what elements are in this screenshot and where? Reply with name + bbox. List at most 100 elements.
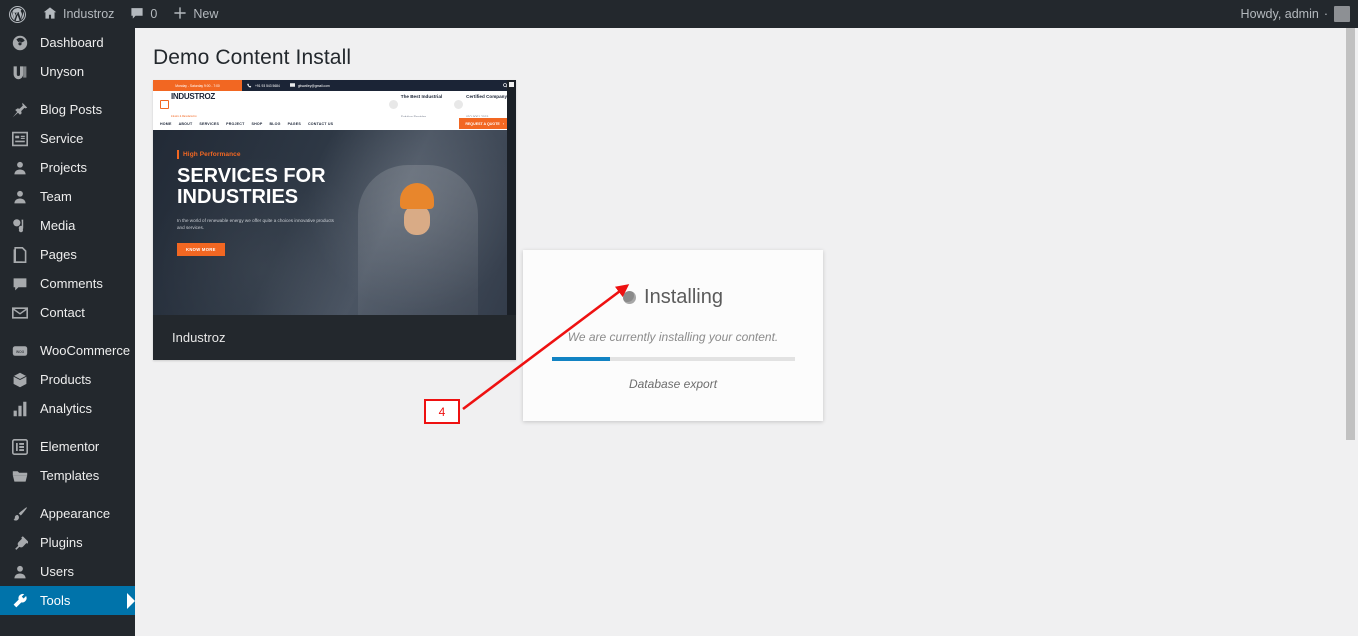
preview-feature-title: Certified Company: [466, 94, 507, 99]
account-menu[interactable]: Howdy, admin ·: [1241, 0, 1358, 28]
sidebar-item-service[interactable]: Service: [0, 124, 135, 153]
preview-header: INDUSTROZ Industry & Manufacturing The B…: [153, 91, 516, 119]
preview-nav: HOME ABOUT SERVICES PROJECT SHOP BLOG PAGES CON…: [153, 117, 516, 130]
bar-chart-icon: [10, 399, 30, 419]
woocommerce-icon: woo: [10, 341, 30, 361]
preview-logo-text: INDUSTROZ: [171, 92, 215, 101]
wordpress-logo-icon[interactable]: [0, 0, 35, 28]
sidebar-item-label: Blog Posts: [40, 102, 103, 117]
preview-nav-item: BLOG: [269, 121, 281, 126]
sidebar-item-label: Unyson: [40, 64, 85, 79]
sidebar-item-label: Elementor: [40, 439, 100, 454]
page-scrollbar-thumb[interactable]: [1346, 28, 1355, 440]
hero-paragraph: In the world of renewable energy we offe…: [177, 217, 334, 231]
preview-nav-item: SERVICES: [199, 121, 220, 126]
sidebar-item-woocommerce[interactable]: woo WooCommerce: [0, 336, 135, 365]
page-title: Demo Content Install: [153, 46, 352, 69]
preview-phone: +91 93 543 5684: [242, 80, 285, 91]
sidebar-separator: [0, 86, 135, 95]
sidebar-item-label: Dashboard: [40, 35, 104, 50]
sidebar-item-blog-posts[interactable]: Blog Posts: [0, 95, 135, 124]
preview-scrollbar: [507, 80, 516, 315]
hero-worker-helmet: [400, 183, 434, 209]
sidebar-item-unyson[interactable]: Unyson: [0, 57, 135, 86]
sidebar-item-label: Comments: [40, 276, 103, 291]
sidebar-item-comments[interactable]: Comments: [0, 269, 135, 298]
sidebar-item-tools[interactable]: Tools: [0, 586, 135, 615]
comment-bubble-icon: [10, 274, 30, 294]
sidebar-item-label: Media: [40, 218, 76, 233]
sidebar-item-projects[interactable]: Projects: [0, 153, 135, 182]
sidebar-item-templates[interactable]: Templates: [0, 461, 135, 490]
sidebar-item-users[interactable]: Users: [0, 557, 135, 586]
dashboard-icon: [10, 33, 30, 53]
phone-icon: [247, 83, 252, 89]
sidebar-item-contact[interactable]: Contact: [0, 298, 135, 327]
site-name-label: Industroz: [63, 7, 115, 21]
wrench-icon: [10, 591, 30, 611]
home-icon: [43, 6, 57, 23]
annotation-marker: 4: [424, 399, 460, 424]
hero-heading-line1: SERVICES FOR: [177, 165, 326, 187]
sidebar-separator: [0, 327, 135, 336]
user-icon: [10, 562, 30, 582]
plug-icon: [10, 533, 30, 553]
sidebar-item-label: Service: [40, 131, 84, 146]
sidebar-item-analytics[interactable]: Analytics: [0, 394, 135, 423]
sidebar-item-label: Templates: [40, 468, 100, 483]
wordpress-admin-screen: Industroz 0 New Howdy, admin · Dashboard…: [0, 0, 1358, 636]
preview-nav-item: SHOP: [251, 121, 263, 126]
sidebar-item-plugins[interactable]: Plugins: [0, 528, 135, 557]
preview-email-text: gitswdley@gmail.com: [297, 83, 330, 88]
sidebar-item-label: Contact: [40, 305, 85, 320]
sidebar-item-label: Users: [40, 564, 74, 579]
pin-icon: [10, 100, 30, 120]
sidebar-item-pages[interactable]: Pages: [0, 240, 135, 269]
sidebar-item-media[interactable]: Media: [0, 211, 135, 240]
preview-feature-title: The Best Industrial: [400, 94, 443, 99]
paintbrush-icon: [10, 504, 30, 524]
plus-icon: [173, 6, 187, 23]
comment-bubble-icon: [130, 6, 144, 23]
admin-sidebar-menu: Dashboard Unyson Blog Posts Service Projects…: [0, 28, 135, 636]
media-icon: [10, 216, 30, 236]
preview-quote-label: REQUEST A QUOTE: [465, 121, 500, 126]
sidebar-item-label: Appearance: [40, 506, 111, 521]
theme-name: Industroz: [172, 330, 226, 345]
preview-hero: High Performance SERVICES FOR INDUSTRIES…: [153, 130, 516, 315]
new-content-label: New: [193, 7, 219, 21]
site-name-menu[interactable]: Industroz: [35, 0, 122, 28]
install-progress-fill: [551, 357, 610, 361]
grid-icon: [10, 129, 30, 149]
sidebar-item-label: Pages: [40, 247, 77, 262]
preview-quote-button: REQUEST A QUOTE ›: [459, 118, 510, 129]
elementor-icon: [10, 437, 30, 457]
preview-nav-item: ABOUT: [178, 121, 193, 126]
user-icon: [10, 187, 30, 207]
sidebar-item-appearance[interactable]: Appearance: [0, 499, 135, 528]
new-content-menu[interactable]: New: [165, 0, 226, 28]
sidebar-item-elementor[interactable]: Elementor: [0, 432, 135, 461]
hero-heading-line2: INDUSTRIES: [177, 185, 299, 208]
sidebar-item-team[interactable]: Team: [0, 182, 135, 211]
theme-preview-card[interactable]: Monday - Saturday 9:00 - 7:00 +91 93 543…: [153, 80, 516, 360]
page-scrollbar[interactable]: [1343, 28, 1358, 636]
envelope-icon: [289, 83, 295, 88]
sidebar-item-dashboard[interactable]: Dashboard: [0, 28, 135, 57]
howdy-label: Howdy, admin: [1240, 7, 1319, 21]
spinner-icon: [623, 291, 637, 304]
hero-tagline: High Performance: [177, 150, 377, 159]
comments-menu[interactable]: 0: [122, 0, 165, 28]
preview-nav-item: HOME: [160, 121, 172, 126]
factory-icon: [160, 99, 169, 109]
sidebar-item-products[interactable]: Products: [0, 365, 135, 394]
main-content: Demo Content Install Monday - Saturday 9…: [135, 28, 1358, 636]
unyson-icon: [10, 62, 30, 82]
hero-cta-button: KNOW MORE: [177, 243, 225, 257]
svg-text:woo: woo: [16, 349, 25, 354]
hero-tagline-text: High Performance: [183, 151, 241, 158]
sidebar-item-label: Projects: [40, 160, 87, 175]
sidebar-item-label: WooCommerce: [40, 343, 131, 358]
sidebar-item-label: Plugins: [40, 535, 83, 550]
install-progress-modal: Installing We are currently installing y…: [523, 250, 823, 421]
